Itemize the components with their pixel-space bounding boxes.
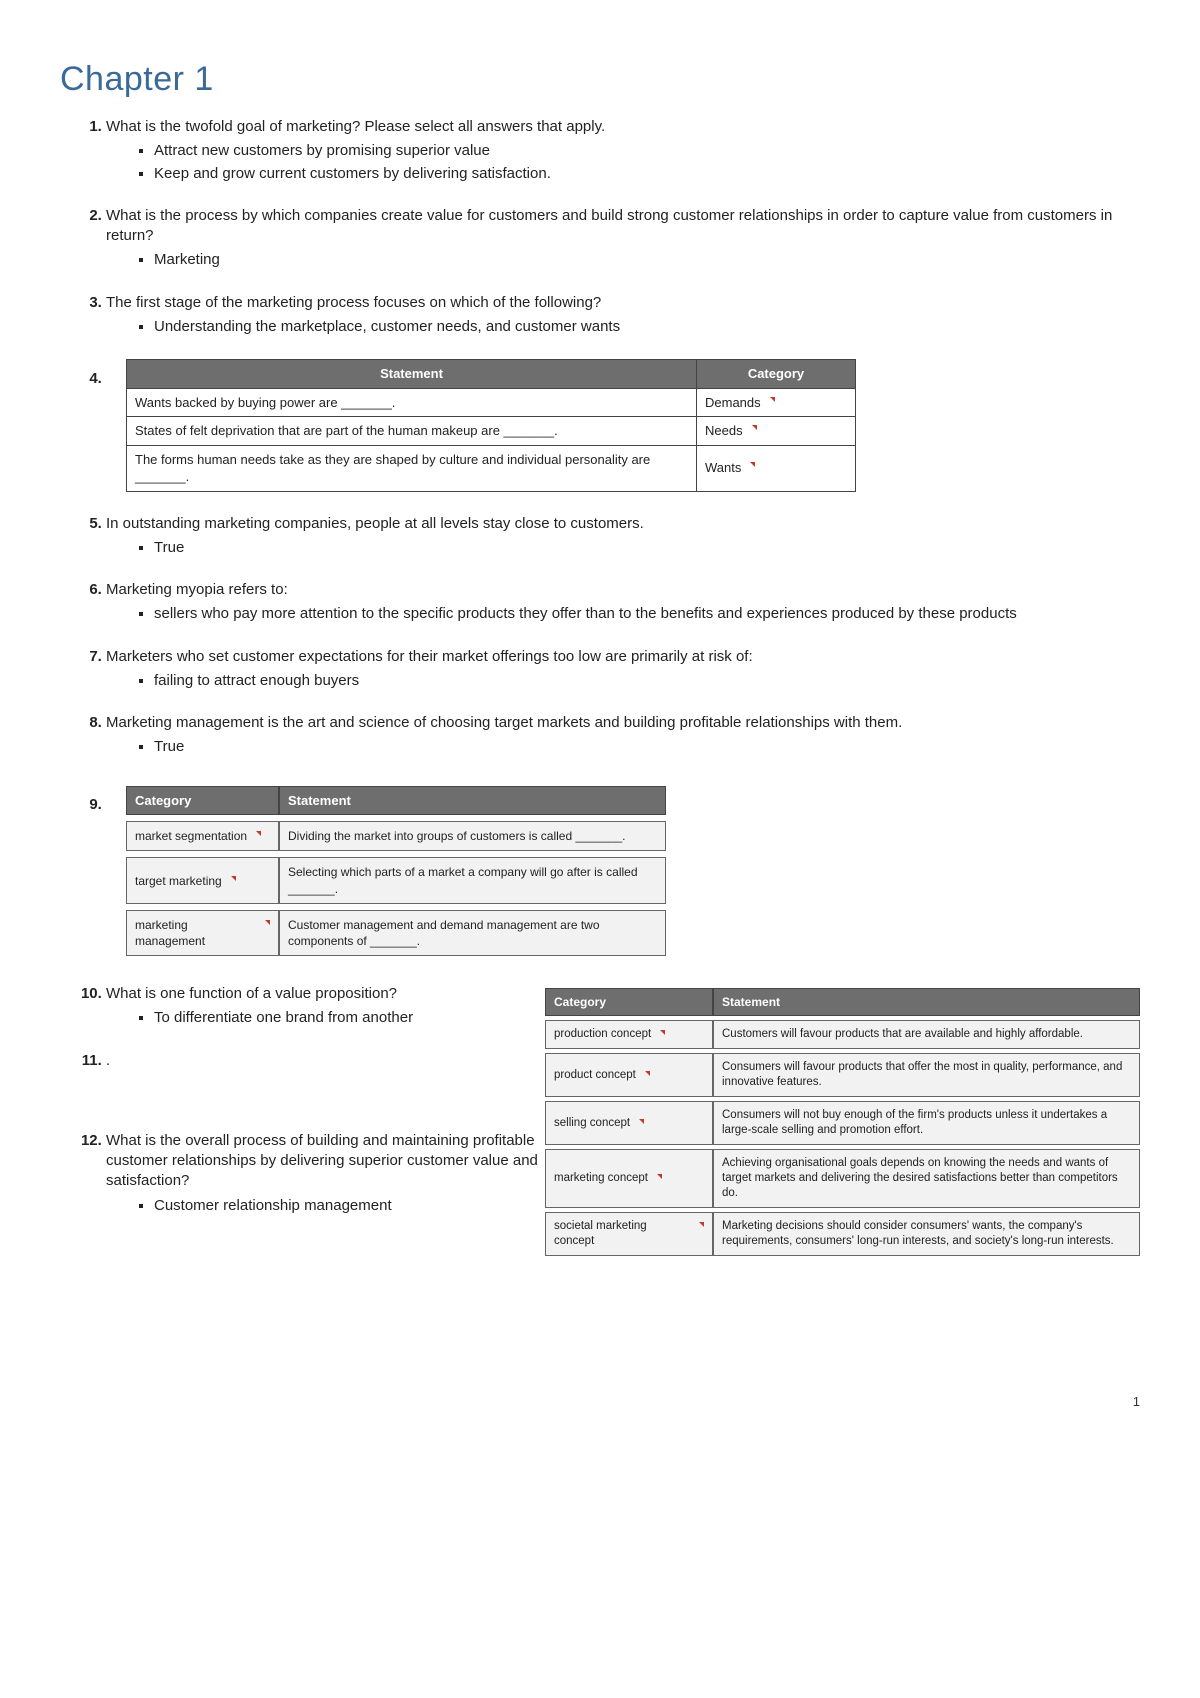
table-row: Wants backed by buying power are _______… (127, 388, 856, 417)
dropdown-icon[interactable]: societal marketing concept (554, 1219, 704, 1249)
category-cell[interactable]: Demands (697, 388, 856, 417)
table-header-statement: Statement (713, 988, 1140, 1016)
question-text: What is one function of a value proposit… (106, 985, 397, 1002)
table-row: product concept Consumers will favour pr… (545, 1053, 1140, 1097)
dropdown-icon[interactable]: production concept (554, 1027, 665, 1042)
dropdown-icon[interactable]: Wants (705, 459, 755, 477)
answer: Marketing (154, 250, 1140, 270)
table-row: States of felt deprivation that are part… (127, 417, 856, 446)
dropdown-icon[interactable]: selling concept (554, 1116, 644, 1131)
page-number: 1 (60, 1394, 1140, 1409)
question-8: Marketing management is the art and scie… (106, 713, 1140, 758)
question-text: What is the twofold goal of marketing? P… (106, 118, 605, 135)
answer: True (154, 538, 1140, 558)
category-cell[interactable]: product concept (545, 1053, 713, 1097)
table-row: marketing management Customer management… (126, 910, 666, 956)
question-3: The first stage of the marketing process… (106, 293, 1140, 338)
answer: Customer relationship management (154, 1196, 551, 1216)
table-row: market segmentation Dividing the market … (126, 821, 666, 851)
table-row: marketing concept Achieving organisation… (545, 1149, 1140, 1208)
statement-cell: Wants backed by buying power are _______… (127, 388, 697, 417)
category-cell[interactable]: marketing management (126, 910, 279, 956)
answer: True (154, 737, 1140, 757)
q11-table: Category Statement production concept Cu… (545, 984, 1140, 1260)
category-cell[interactable]: selling concept (545, 1101, 713, 1145)
question-10: What is one function of a value proposit… (106, 984, 1140, 1354)
answer: Keep and grow current customers by deliv… (154, 164, 1140, 184)
table-row: selling concept Consumers will not buy e… (545, 1101, 1140, 1145)
question-12: What is the overall process of building … (106, 1131, 551, 1216)
dropdown-icon[interactable]: product concept (554, 1068, 650, 1083)
page-title: Chapter 1 (60, 60, 1140, 99)
table-row: production concept Customers will favour… (545, 1020, 1140, 1049)
statement-cell: States of felt deprivation that are part… (127, 417, 697, 446)
statement-cell: The forms human needs take as they are s… (127, 445, 697, 491)
question-text: What is the overall process of building … (106, 1132, 538, 1190)
statement-cell: Dividing the market into groups of custo… (279, 821, 666, 851)
q4-table: Statement Category Wants backed by buyin… (126, 359, 856, 492)
table-header-category: Category (545, 988, 713, 1016)
question-list: What is the twofold goal of marketing? P… (60, 117, 1140, 1354)
category-cell[interactable]: Wants (697, 445, 856, 491)
question-5: In outstanding marketing companies, peop… (106, 514, 1140, 559)
category-cell[interactable]: target marketing (126, 857, 279, 903)
question-11: . (106, 1051, 551, 1071)
question-text: . (106, 1052, 110, 1069)
statement-cell: Achieving organisational goals depends o… (713, 1149, 1140, 1208)
question-9: Category Statement market segmentation D… (106, 780, 1140, 962)
question-6: Marketing myopia refers to: sellers who … (106, 580, 1140, 625)
question-2: What is the process by which companies c… (106, 206, 1140, 271)
answer: Understanding the marketplace, customer … (154, 317, 1140, 337)
dropdown-icon[interactable]: Demands (705, 394, 775, 412)
category-cell[interactable]: market segmentation (126, 821, 279, 851)
table-row: The forms human needs take as they are s… (127, 445, 856, 491)
question-text: What is the process by which companies c… (106, 207, 1112, 244)
category-cell[interactable]: marketing concept (545, 1149, 713, 1208)
table-header-category: Category (126, 786, 279, 816)
question-1: What is the twofold goal of marketing? P… (106, 117, 1140, 184)
table-row: societal marketing concept Marketing dec… (545, 1212, 1140, 1256)
statement-cell: Consumers will favour products that offe… (713, 1053, 1140, 1097)
question-text: Marketing management is the art and scie… (106, 714, 902, 731)
question-7: Marketers who set customer expectations … (106, 647, 1140, 692)
answer: sellers who pay more attention to the sp… (154, 604, 1140, 624)
answer: To differentiate one brand from another (154, 1008, 551, 1028)
category-cell[interactable]: societal marketing concept (545, 1212, 713, 1256)
statement-cell: Marketing decisions should consider cons… (713, 1212, 1140, 1256)
question-text: The first stage of the marketing process… (106, 294, 601, 311)
question-text: In outstanding marketing companies, peop… (106, 515, 644, 532)
answer: failing to attract enough buyers (154, 671, 1140, 691)
question-4: Statement Category Wants backed by buyin… (106, 359, 1140, 492)
dropdown-icon[interactable]: marketing management (135, 917, 270, 949)
q9-table: Category Statement market segmentation D… (126, 780, 666, 962)
table-row: target marketing Selecting which parts o… (126, 857, 666, 903)
question-text: Marketing myopia refers to: (106, 581, 288, 598)
dropdown-icon[interactable]: Needs (705, 422, 757, 440)
statement-cell: Selecting which parts of a market a comp… (279, 857, 666, 903)
category-cell[interactable]: Needs (697, 417, 856, 446)
category-cell[interactable]: production concept (545, 1020, 713, 1049)
table-header-statement: Statement (279, 786, 666, 816)
question-text: Marketers who set customer expectations … (106, 648, 753, 665)
table-header-statement: Statement (127, 360, 697, 389)
table-header-category: Category (697, 360, 856, 389)
statement-cell: Customer management and demand managemen… (279, 910, 666, 956)
dropdown-icon[interactable]: target marketing (135, 873, 236, 889)
statement-cell: Consumers will not buy enough of the fir… (713, 1101, 1140, 1145)
dropdown-icon[interactable]: market segmentation (135, 828, 261, 844)
dropdown-icon[interactable]: marketing concept (554, 1171, 662, 1186)
statement-cell: Customers will favour products that are … (713, 1020, 1140, 1049)
answer: Attract new customers by promising super… (154, 141, 1140, 161)
